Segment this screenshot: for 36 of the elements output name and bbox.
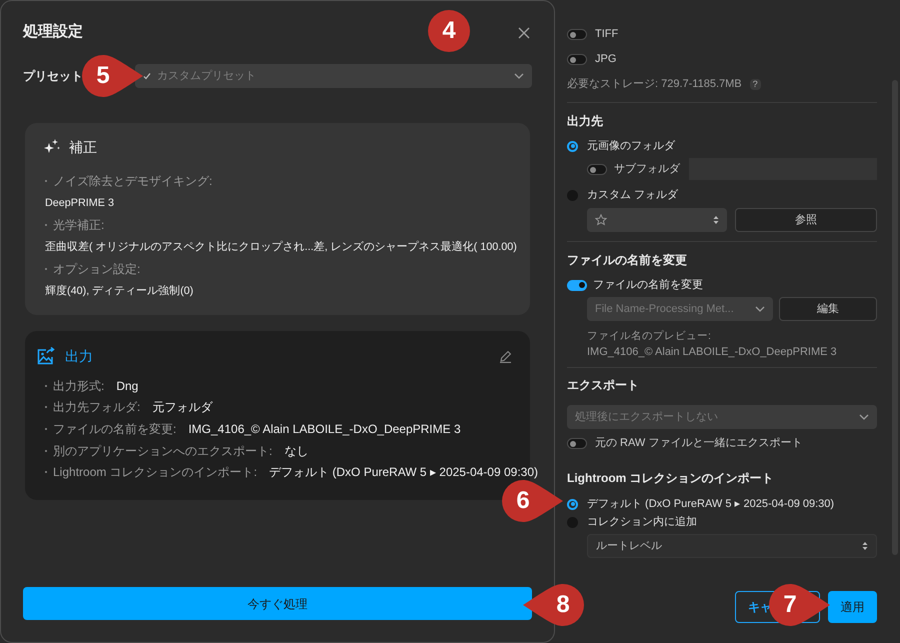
item-value: 歪曲収差( オリジナルのアスペクト比にクロップされ...差, レンズのシャープネス最適化( 100.00) (45, 240, 517, 255)
dialog-title: 処理設定 (23, 22, 83, 42)
item-label: ノイズ除去とデモザイキング: (53, 173, 212, 190)
callout-overlay: 4 (427, 9, 471, 53)
item-value: DeepPRIME 3 (45, 196, 114, 211)
section-heading: ファイルの名前を変更 (567, 252, 687, 269)
item-value: 元フォルダ (152, 399, 212, 416)
section-heading: エクスポート (567, 377, 639, 394)
section-title: 補正 (69, 138, 97, 156)
radio-label: デフォルト (DxO PureRAW 5 ▸ 2025-04-09 09:30) (587, 496, 834, 512)
storage-text: 必要なストレージ: 729.7-1185.7MB (567, 76, 742, 92)
item-label: 出力形式: (53, 378, 104, 395)
item-label: 出力先フォルダ: (53, 399, 140, 416)
item-label: Lightroom コレクションのインポート: (53, 464, 258, 482)
toggle-label: TIFF (595, 26, 618, 42)
preview-label: ファイル名のプレビュー: (587, 329, 711, 344)
item-label: 別のアプリケーションへのエクスポート: (53, 442, 272, 460)
toggle-label: ファイルの名前を変更 (593, 278, 703, 293)
item-label: 光学補正: (53, 217, 104, 234)
toggle-label: 元の RAW ファイルと一緒にエクスポート (595, 436, 802, 451)
radio-label: 元画像のフォルダ (587, 138, 675, 154)
radio-label: コレクション内に追加 (587, 514, 697, 530)
item-value: IMG_4106_© Alain LABOILE_-DxO_DeepPRIME 3 (188, 420, 461, 438)
item-label: ファイルの名前を変更: (53, 420, 176, 438)
item-label: オプション設定: (53, 261, 140, 278)
preview-value: IMG_4106_© Alain LABOILE_-DxO_DeepPRIME 3 (587, 345, 837, 360)
section-heading: 出力先 (567, 113, 603, 130)
item-value: Dng (116, 378, 138, 395)
item-value: なし (284, 442, 308, 460)
toggle-label: サブフォルダ (614, 162, 682, 177)
toggle-label: JPG (595, 52, 616, 67)
section-title: 出力 (65, 346, 94, 366)
radio-label: カスタム フォルダ (587, 188, 678, 203)
item-value: デフォルト (DxO PureRAW 5 ▸ 2025-04-09 09:30) (269, 464, 538, 482)
preset-label: プリセット (23, 69, 83, 83)
item-value: 輝度(40), ディティール強制(0) (45, 284, 194, 299)
